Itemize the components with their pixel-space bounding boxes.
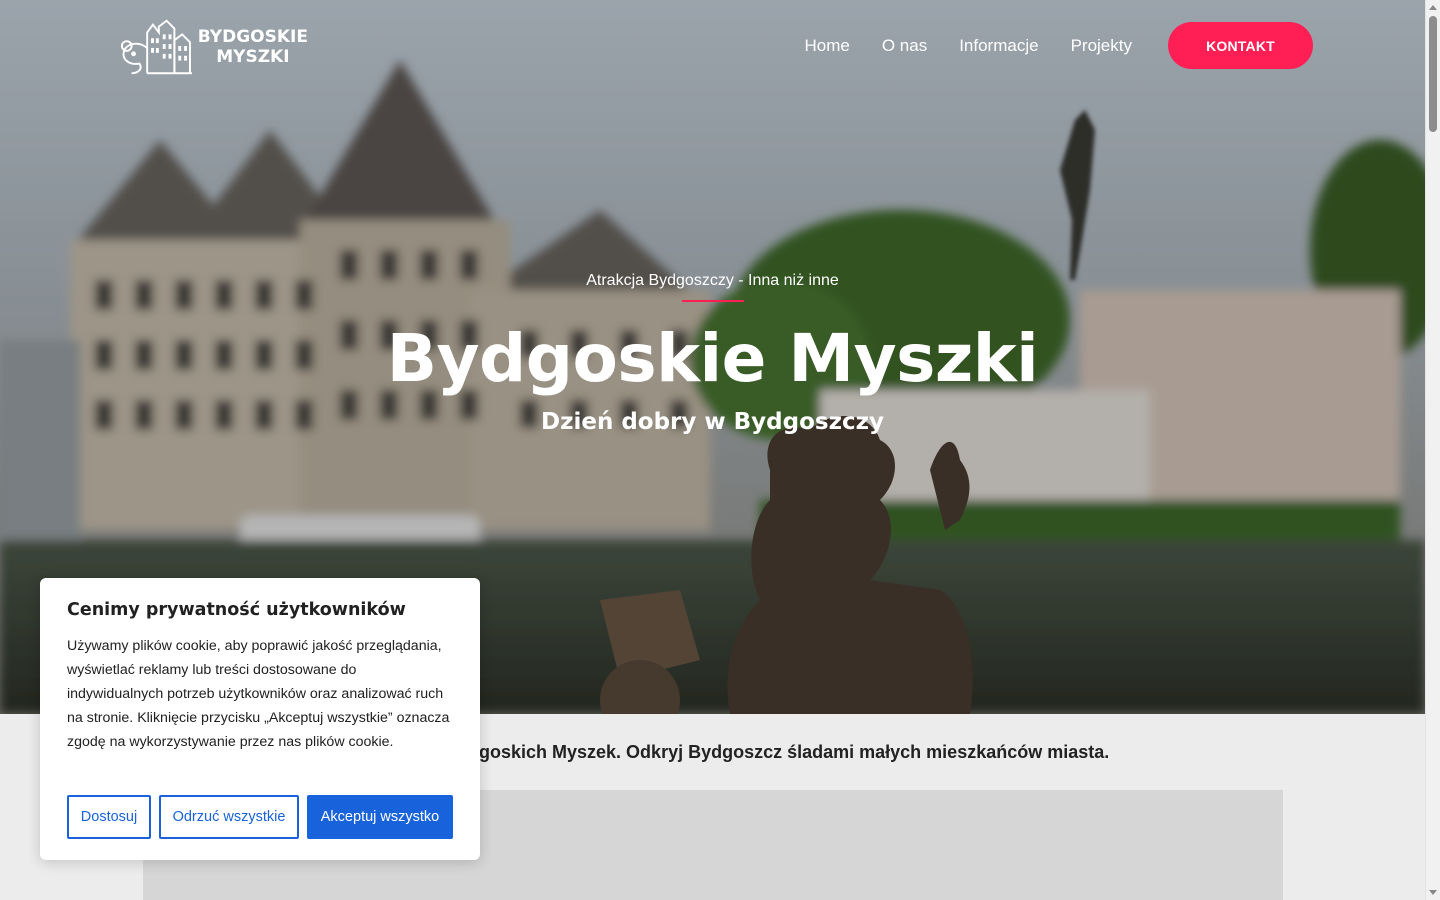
kicker-divider [681, 300, 744, 302]
scroll-up-icon[interactable] [1429, 5, 1437, 10]
contact-button[interactable]: KONTAKT [1168, 22, 1313, 69]
cookie-actions: Dostosuj Odrzuć wszystkie Akceptuj wszys… [67, 795, 453, 839]
logo-text: BYDGOSKIE MYSZKI [198, 27, 308, 67]
mouse-buildings-logo-icon [120, 19, 192, 75]
site-logo[interactable]: BYDGOSKIE MYSZKI [118, 17, 308, 77]
cookie-consent-banner: Cenimy prywatność użytkowników Używamy p… [40, 578, 480, 860]
nav-o-nas[interactable]: O nas [882, 23, 927, 69]
nav-informacje[interactable]: Informacje [959, 23, 1038, 69]
scroll-down-icon[interactable] [1429, 890, 1437, 895]
customize-button[interactable]: Dostosuj [67, 795, 151, 839]
intro-text: lgoskich Myszek. Odkryj Bydgoszcz śladam… [474, 742, 1110, 762]
main-nav: Home O nas Informacje Projekty KONTAKT [804, 22, 1313, 69]
cookie-title: Cenimy prywatność użytkowników [67, 600, 406, 620]
page-scrollbar[interactable] [1425, 0, 1440, 900]
hero-title: Bydgoskie Myszki [386, 320, 1039, 397]
cookie-text: Używamy plików cookie, aby poprawić jako… [67, 638, 450, 750]
reject-all-button[interactable]: Odrzuć wszystkie [159, 795, 299, 839]
hero-content: Atrakcja Bydgoszczy - Inna niż inne Bydg… [0, 272, 1425, 435]
nav-projekty[interactable]: Projekty [1071, 23, 1132, 69]
nav-home[interactable]: Home [804, 23, 849, 69]
accept-all-button[interactable]: Akceptuj wszystko [307, 795, 453, 839]
scrollbar-thumb[interactable] [1429, 16, 1437, 132]
hero-subtitle: Dzień dobry w Bydgoszczy [540, 409, 884, 435]
logo-line-1: BYDGOSKIE [197, 27, 308, 47]
logo-line-2: MYSZKI [216, 47, 290, 67]
hero-kicker: Atrakcja Bydgoszczy - Inna niż inne [586, 272, 839, 289]
